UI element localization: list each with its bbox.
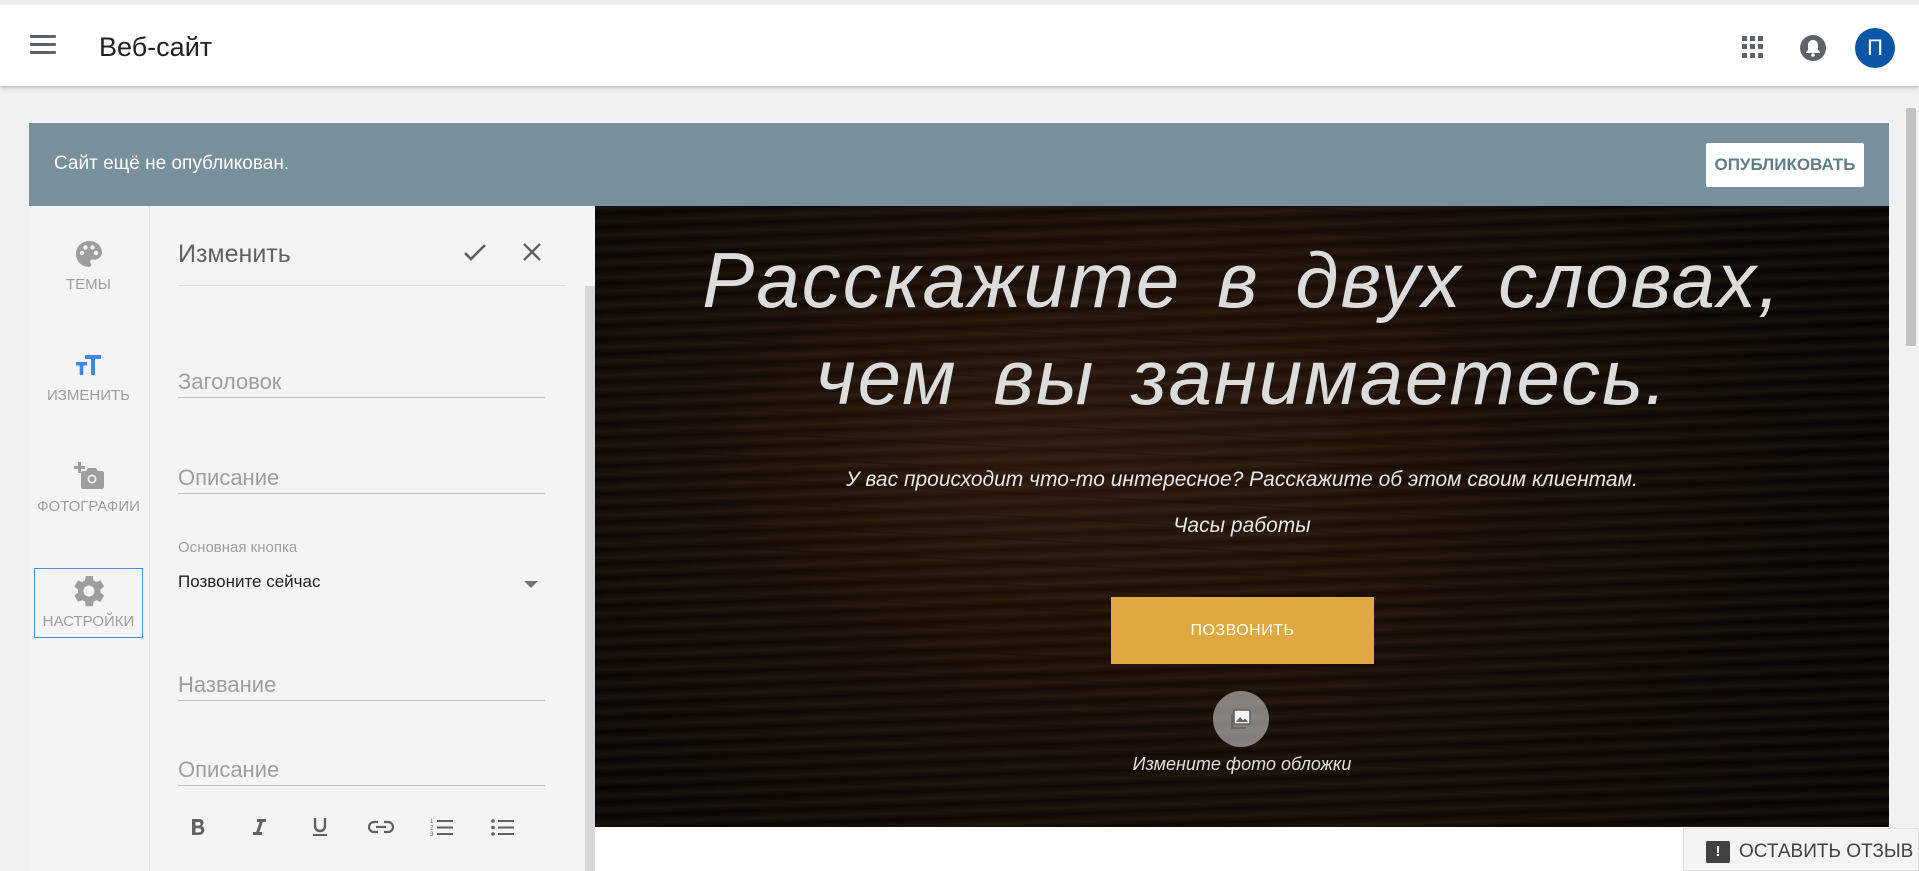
image-icon [1231, 709, 1251, 729]
underline-icon[interactable] [300, 807, 340, 847]
close-icon[interactable] [521, 241, 543, 263]
primary-button-select[interactable]: Позвоните сейчас [178, 572, 321, 592]
bulleted-list-icon[interactable] [483, 807, 523, 847]
panel-title: Изменить [178, 240, 291, 268]
banner-text: Сайт ещё не опубликован. [54, 153, 290, 174]
rail-label-edit: ИЗМЕНИТЬ [47, 387, 130, 404]
page-scrollbar[interactable] [1906, 108, 1916, 346]
description-field[interactable]: Описание [178, 465, 545, 494]
rail-label-themes: ТЕМЫ [66, 276, 111, 293]
unpublished-banner: Сайт ещё не опубликован. ОПУБЛИКОВАТЬ [29, 123, 1889, 206]
hamburger-menu-icon[interactable] [30, 35, 56, 55]
name-field[interactable]: Название [178, 672, 545, 701]
rail-item-edit[interactable]: ИЗМЕНИТЬ [34, 339, 143, 409]
bold-icon[interactable] [178, 807, 218, 847]
hero-subtitle[interactable]: У вас происходит что-то интересное? Расс… [595, 468, 1889, 492]
gear-icon [74, 576, 104, 607]
feedback-button[interactable]: ! ОСТАВИТЬ ОТЗЫВ [1683, 828, 1919, 871]
svg-text:3: 3 [430, 832, 434, 837]
headline-field[interactable]: Заголовок [178, 369, 545, 398]
description-field-2[interactable]: Описание [178, 757, 545, 786]
publish-button[interactable]: ОПУБЛИКОВАТЬ [1706, 143, 1864, 187]
rail-label-settings: НАСТРОЙКИ [42, 613, 135, 630]
change-photo-caption[interactable]: Измените фото обложки [595, 754, 1889, 775]
rail-label-photos: ФОТОГРАФИИ [37, 498, 140, 515]
italic-icon[interactable] [239, 807, 279, 847]
rail-item-themes[interactable]: ТЕМЫ [34, 228, 143, 298]
change-photo-button[interactable] [1213, 691, 1269, 747]
check-icon[interactable] [462, 239, 488, 265]
feedback-icon: ! [1706, 841, 1730, 863]
notifications-bell-icon[interactable] [1800, 35, 1826, 61]
rail-item-photos[interactable]: ФОТОГРАФИИ [34, 450, 143, 520]
hero-title[interactable]: Расскажите в двух словах, чем вы занимае… [620, 232, 1864, 426]
app-header: Веб-сайт П [0, 0, 1919, 86]
numbered-list-icon[interactable]: 123 [422, 807, 462, 847]
link-icon[interactable] [361, 807, 401, 847]
chevron-down-icon[interactable] [524, 581, 538, 588]
palette-icon [75, 241, 102, 267]
text-size-icon [75, 355, 101, 375]
apps-grid-icon[interactable] [1742, 36, 1764, 58]
add-photo-icon [73, 462, 104, 489]
call-button[interactable]: ПОЗВОНИТЬ [1111, 597, 1374, 664]
hero-section: Расскажите в двух словах, чем вы занимае… [595, 206, 1889, 827]
hero-hours[interactable]: Часы работы [595, 514, 1889, 538]
svg-text:2: 2 [430, 826, 434, 832]
svg-text:1: 1 [430, 819, 434, 825]
text-format-toolbar: 123 [178, 807, 545, 851]
panel-divider [178, 285, 565, 286]
panel-scrollbar[interactable] [585, 286, 595, 871]
edit-panel: Изменить Заголовок Описание Основная кно… [150, 206, 595, 871]
account-avatar[interactable]: П [1855, 28, 1895, 68]
app-title: Веб-сайт [99, 32, 213, 62]
feedback-label: ОСТАВИТЬ ОТЗЫВ [1739, 841, 1914, 862]
rail-item-settings[interactable]: НАСТРОЙКИ [34, 568, 143, 638]
primary-button-caption: Основная кнопка [178, 539, 298, 556]
editor-side-rail: ТЕМЫ ИЗМЕНИТЬ ФОТОГРАФИИ НАСТРОЙКИ [29, 206, 150, 871]
